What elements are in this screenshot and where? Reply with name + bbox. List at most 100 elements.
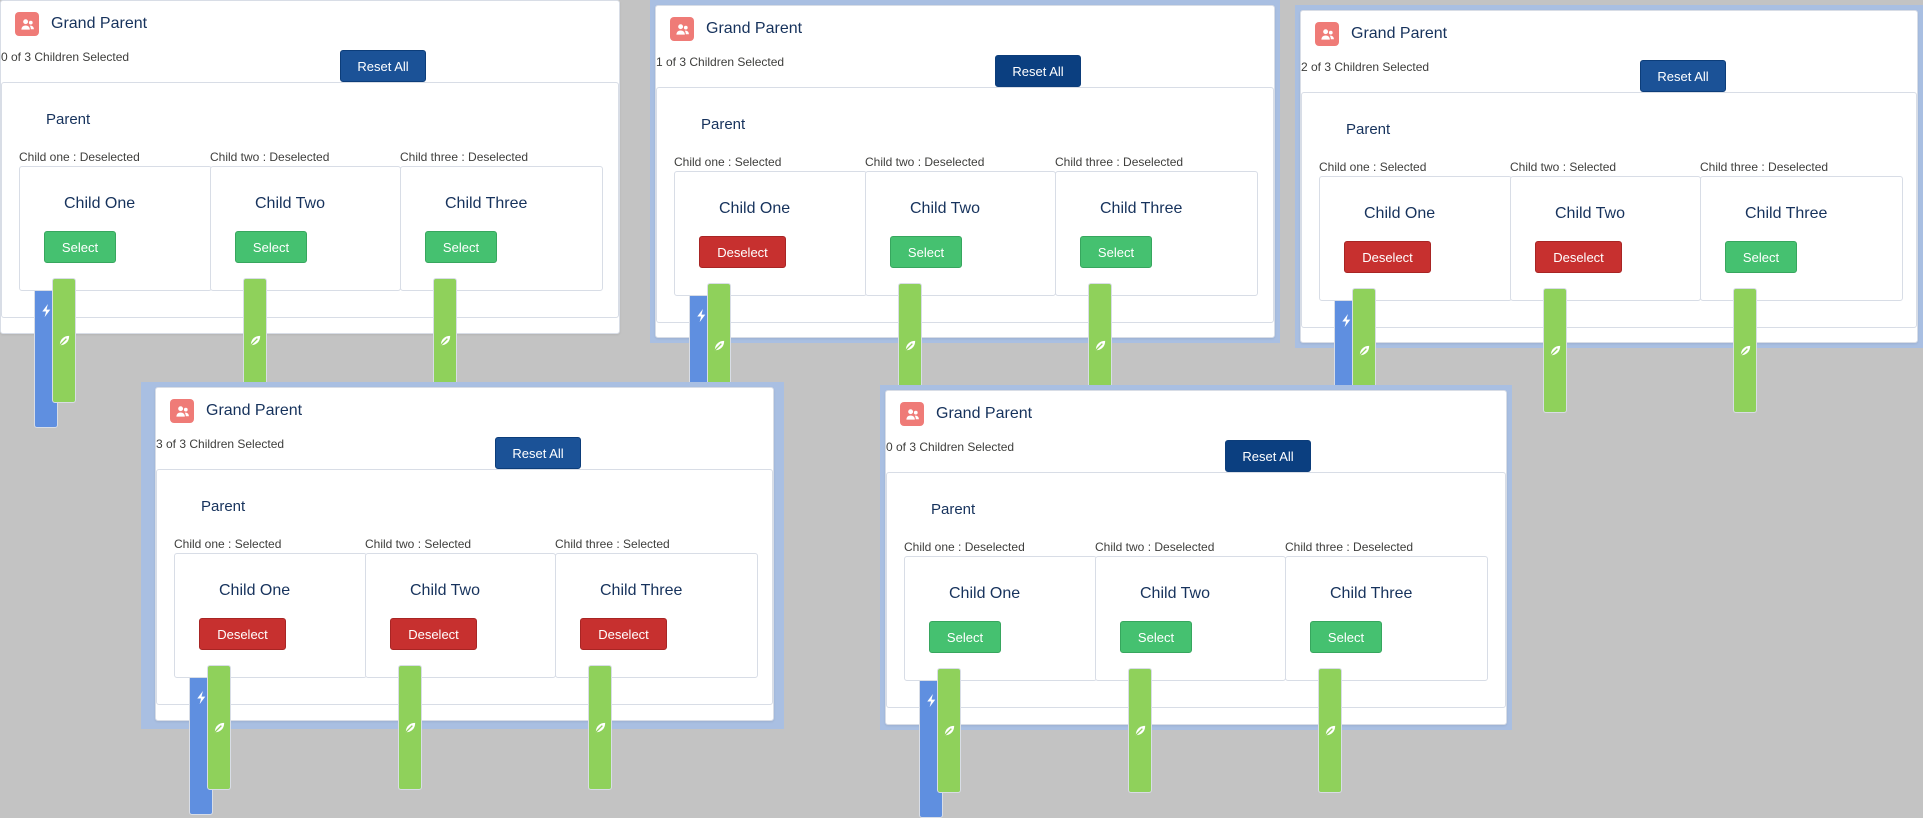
- child-header: Child Three: [1318, 585, 1412, 793]
- people-icon: [900, 402, 924, 426]
- leaf-icon: [1543, 288, 1567, 413]
- grand-parent-header: Grand Parent: [170, 399, 302, 423]
- reset-all-button[interactable]: Reset All: [340, 50, 426, 82]
- selected-count: 0 of 3 Children Selected: [1, 50, 130, 64]
- reset-all-button[interactable]: Reset All: [1225, 440, 1311, 472]
- people-icon: [170, 399, 194, 423]
- child-one-status: Child one : Selected: [174, 537, 282, 551]
- child-title: Child Three: [1100, 200, 1183, 217]
- child-title: Child Two: [410, 582, 480, 599]
- parent-panel: Parent Child one : Selected Child two : …: [1301, 92, 1917, 438]
- child-header: Child Two: [398, 582, 480, 790]
- select-button[interactable]: Select: [1725, 241, 1797, 273]
- child-card-three: Child Three Select: [1285, 556, 1488, 793]
- grand-parent-panel: Grand Parent 1 of 3 Children Selected Re…: [650, 0, 1280, 433]
- child-card-three: Child Three Select: [1700, 176, 1903, 413]
- grand-parent-card: Grand Parent 0 of 3 Children Selected Re…: [885, 390, 1507, 818]
- child-three-status: Child three : Deselected: [1055, 155, 1184, 169]
- child-header: Child Three: [1733, 205, 1827, 413]
- select-button[interactable]: Select: [425, 231, 497, 263]
- child-header: Child Two: [1543, 205, 1625, 413]
- child-three-status: Child three : Deselected: [1700, 160, 1829, 174]
- select-button[interactable]: Select: [890, 236, 962, 268]
- deselect-button[interactable]: Deselect: [580, 618, 667, 650]
- parent-header: Parent: [1334, 121, 1391, 438]
- child-card-three: Child Three Select: [1055, 171, 1258, 408]
- child-title: Child Two: [255, 195, 325, 212]
- people-icon: [15, 12, 39, 36]
- grand-parent-header: Grand Parent: [15, 12, 147, 36]
- child-card-one: Child One Deselect: [674, 171, 867, 408]
- reset-all-button[interactable]: Reset All: [495, 437, 581, 469]
- child-header: Child Three: [433, 195, 527, 403]
- child-card-two: Child Two Select: [210, 166, 401, 403]
- select-button[interactable]: Select: [235, 231, 307, 263]
- grand-parent-card: Grand Parent 1 of 3 Children Selected Re…: [655, 5, 1275, 433]
- child-two-status: Child two : Selected: [1510, 160, 1617, 174]
- child-two-status: Child two : Deselected: [1095, 540, 1215, 554]
- select-button[interactable]: Select: [44, 231, 116, 263]
- child-one-status: Child one : Deselected: [19, 150, 140, 164]
- child-title: Child One: [949, 585, 1021, 602]
- child-header: Child One: [207, 582, 290, 790]
- leaf-icon: [1318, 668, 1342, 793]
- select-button[interactable]: Select: [1120, 621, 1192, 653]
- child-three-status: Child three : Deselected: [400, 150, 529, 164]
- parent-panel: Parent Child one : Selected Child two : …: [656, 87, 1274, 433]
- child-two-status: Child two : Deselected: [865, 155, 985, 169]
- deselect-button[interactable]: Deselect: [390, 618, 477, 650]
- child-header: Child One: [52, 195, 136, 403]
- selected-count: 0 of 3 Children Selected: [886, 440, 1015, 454]
- child-three-status: Child three : Selected: [555, 537, 670, 551]
- child-one-status: Child one : Selected: [674, 155, 782, 169]
- parent-panel: Parent Child one : Deselected Child two …: [886, 472, 1506, 818]
- reset-all-button[interactable]: Reset All: [995, 55, 1081, 87]
- grand-parent-header: Grand Parent: [670, 17, 802, 41]
- child-title: Child One: [1364, 205, 1436, 222]
- child-header: Child Three: [1088, 200, 1183, 408]
- parent-header: Parent: [189, 498, 245, 815]
- child-header: Child One: [937, 585, 1021, 793]
- parent-title: Parent: [1346, 121, 1391, 138]
- reset-all-button[interactable]: Reset All: [1640, 60, 1726, 92]
- grand-parent-title: Grand Parent: [1351, 25, 1448, 42]
- child-title: Child One: [64, 195, 136, 212]
- parent-title: Parent: [46, 111, 91, 128]
- parent-title: Parent: [931, 501, 976, 518]
- deselect-button[interactable]: Deselect: [1535, 241, 1622, 273]
- leaf-icon: [207, 665, 231, 790]
- child-header: Child Two: [898, 200, 980, 408]
- leaf-icon: [52, 278, 76, 403]
- select-button[interactable]: Select: [1310, 621, 1382, 653]
- child-header: Child Three: [588, 582, 683, 790]
- deselect-button[interactable]: Deselect: [199, 618, 286, 650]
- parent-header: Parent: [919, 501, 976, 818]
- child-two-status: Child two : Deselected: [210, 150, 330, 164]
- child-title: Child Three: [600, 582, 683, 599]
- parent-title: Parent: [701, 116, 746, 133]
- child-two-status: Child two : Selected: [365, 537, 472, 551]
- child-header: Child Two: [243, 195, 325, 403]
- child-title: Child One: [719, 200, 791, 217]
- child-card-two: Child Two Select: [1095, 556, 1286, 793]
- child-title: Child Two: [1140, 585, 1210, 602]
- grand-parent-title: Grand Parent: [51, 15, 148, 32]
- deselect-button[interactable]: Deselect: [699, 236, 786, 268]
- leaf-icon: [937, 668, 961, 793]
- people-icon: [670, 17, 694, 41]
- child-card-one: Child One Deselect: [174, 553, 367, 790]
- selected-count: 3 of 3 Children Selected: [156, 437, 285, 451]
- leaf-icon: [1128, 668, 1152, 793]
- child-card-one: Child One Select: [19, 166, 212, 403]
- child-header: Child One: [707, 200, 791, 408]
- grand-parent-title: Grand Parent: [936, 405, 1033, 422]
- child-one-status: Child one : Deselected: [904, 540, 1025, 554]
- grand-parent-title: Grand Parent: [206, 402, 303, 419]
- select-button[interactable]: Select: [1080, 236, 1152, 268]
- leaf-icon: [1733, 288, 1757, 413]
- child-card-two: Child Two Select: [865, 171, 1056, 408]
- deselect-button[interactable]: Deselect: [1344, 241, 1431, 273]
- grand-parent-header: Grand Parent: [1315, 22, 1447, 46]
- select-button[interactable]: Select: [929, 621, 1001, 653]
- grand-parent-panel: Grand Parent 0 of 3 Children Selected Re…: [0, 0, 620, 428]
